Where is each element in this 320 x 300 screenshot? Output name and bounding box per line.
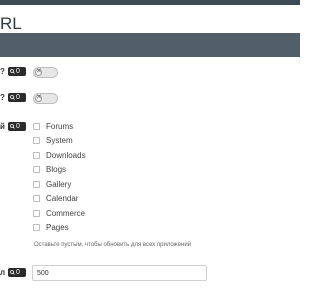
header: RL (0, 5, 300, 34)
app-label: Gallery (46, 179, 72, 189)
search-icon (10, 69, 15, 74)
setting-2-count: 0 (16, 94, 20, 101)
setting-3-label: й (0, 122, 5, 131)
app-item-calendar[interactable]: Calendar (33, 192, 78, 204)
checkbox[interactable] (33, 180, 40, 188)
app-label: Forums (46, 121, 74, 131)
apps-hint: Оставьте пустым, чтобы обновить для всех… (34, 242, 192, 248)
search-icon (10, 124, 15, 129)
checkbox[interactable] (33, 122, 40, 130)
setting-1-badge[interactable]: 0 (8, 67, 26, 76)
checkbox[interactable] (33, 223, 40, 231)
app-item-blogs[interactable]: Blogs (33, 163, 66, 175)
setting-1-toggle[interactable]: ✕ (33, 67, 58, 78)
number-input[interactable] (32, 265, 207, 281)
field-label: л (0, 268, 6, 277)
search-icon (10, 95, 15, 100)
checkbox[interactable] (33, 136, 40, 144)
setting-2-toggle[interactable]: ✕ (33, 93, 58, 104)
checkbox[interactable] (33, 194, 40, 202)
app-item-forums[interactable]: Forums (33, 120, 73, 132)
toggle-off-icon: ✕ (36, 94, 42, 101)
app-label: Calendar (46, 193, 79, 203)
app-label: Blogs (46, 164, 67, 174)
setting-2-badge[interactable]: 0 (8, 93, 26, 102)
app-label: Pages (46, 222, 69, 232)
checkbox[interactable] (33, 151, 40, 159)
app-item-gallery[interactable]: Gallery (33, 178, 71, 190)
field-count: 0 (16, 269, 20, 276)
search-icon (10, 270, 15, 275)
checkbox[interactable] (33, 165, 40, 173)
field-badge[interactable]: 0 (8, 268, 26, 277)
setting-1-label: ? (0, 67, 5, 76)
app-label: Commerce (46, 208, 86, 218)
app-item-commerce[interactable]: Commerce (33, 207, 85, 219)
setting-3-badge[interactable]: 0 (8, 122, 26, 131)
app-item-pages[interactable]: Pages (33, 221, 69, 233)
page-title: RL (0, 14, 22, 33)
toggle-off-icon: ✕ (36, 68, 42, 75)
app-label: Downloads (46, 150, 86, 160)
app-label: System (46, 135, 73, 145)
app-item-downloads[interactable]: Downloads (33, 149, 86, 161)
section-bar (0, 33, 300, 57)
setting-2-label: ? (0, 93, 5, 102)
setting-3-count: 0 (16, 123, 20, 130)
setting-1-count: 0 (16, 68, 20, 75)
app-item-system[interactable]: System (33, 134, 73, 146)
checkbox[interactable] (33, 209, 40, 217)
